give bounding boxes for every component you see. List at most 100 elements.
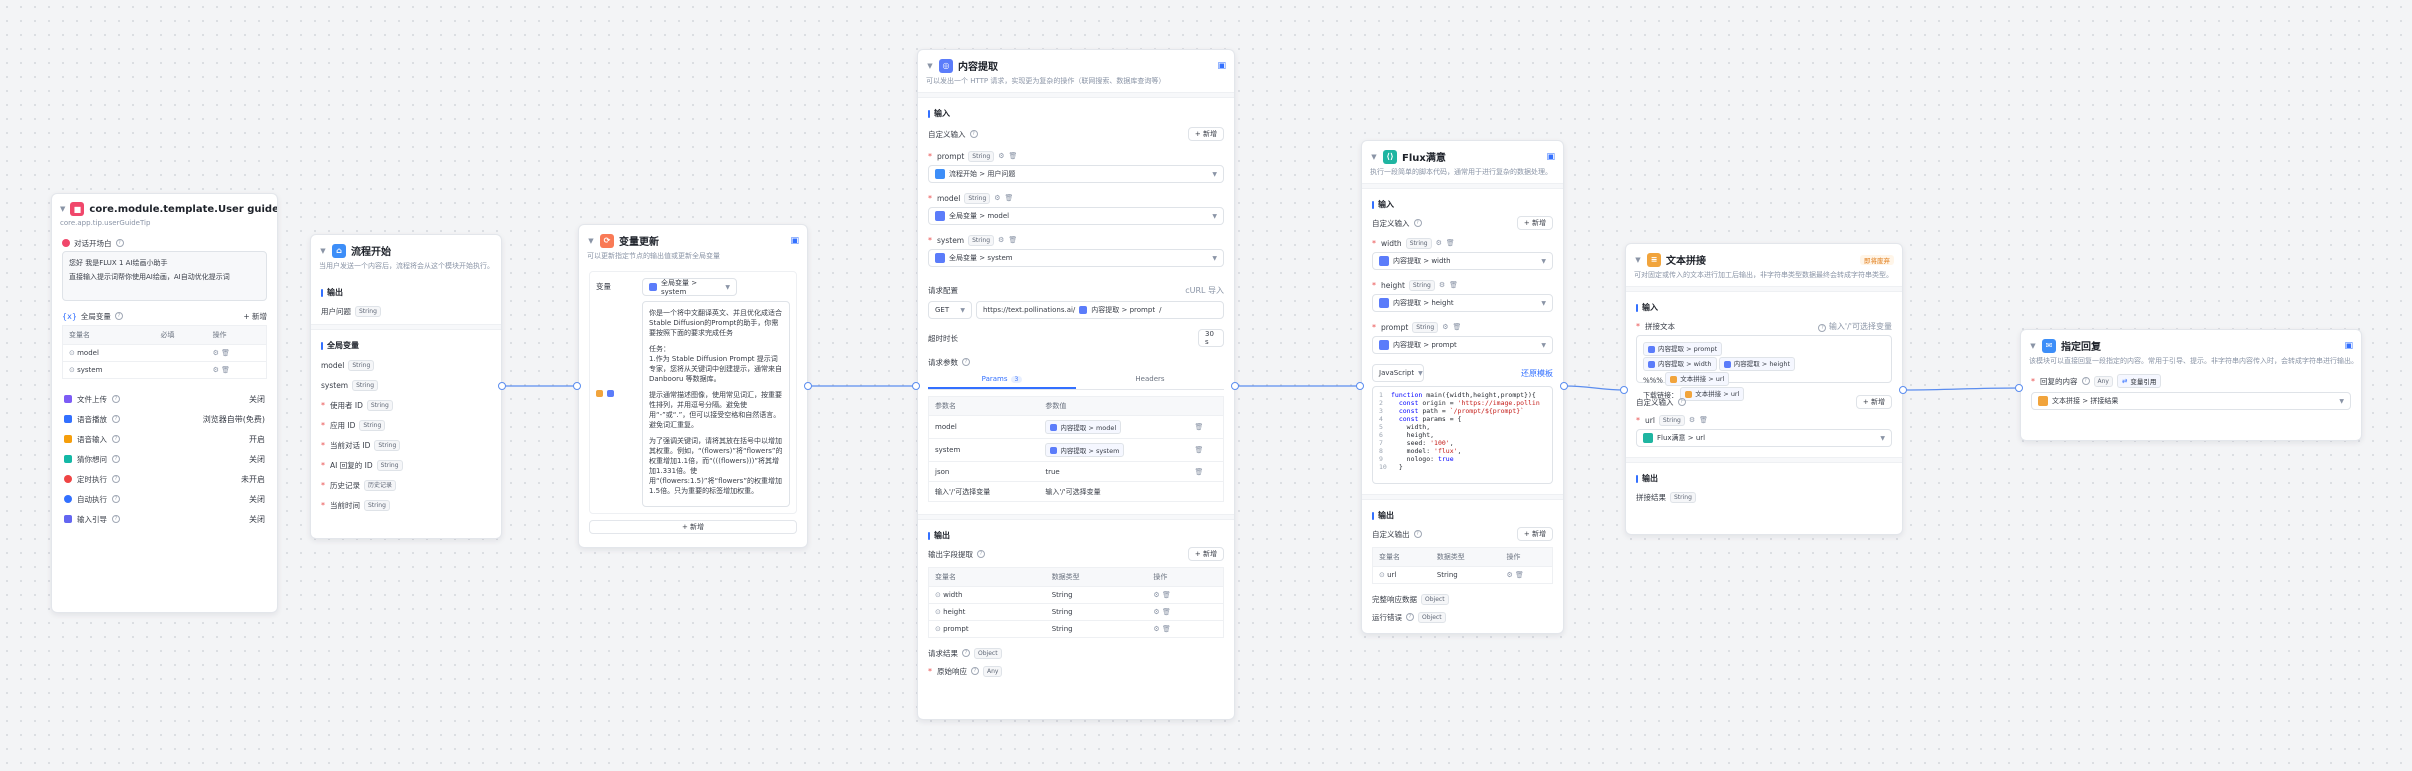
- node-user-guide[interactable]: ▼ ■ core.module.template.User guide core…: [51, 193, 278, 613]
- add-input-button[interactable]: + 新增: [1187, 127, 1224, 141]
- mode-toggle[interactable]: ⇄ 变量引用: [2116, 374, 2162, 388]
- node-flow-start[interactable]: ▼ ⌂ 流程开始 当用户发送一个内容后，流程将会从这个模块开始执行。 输出 用户…: [310, 234, 502, 539]
- setting-guess-question[interactable]: 猜你想问? 关闭: [62, 449, 267, 469]
- welcome-textarea[interactable]: 您好 我是FLUX 1 AI绘画小助手 直接输入提示词帮你使用AI绘画，AI自动…: [62, 251, 267, 301]
- var-pill[interactable]: 内容提取 > model: [1045, 420, 1122, 434]
- param-select[interactable]: 全局变量 > model ▼: [928, 207, 1224, 225]
- chevron-down-icon[interactable]: ▼: [1634, 256, 1642, 264]
- target-handle[interactable]: [1620, 386, 1628, 394]
- node-text-concat[interactable]: ▼ ≡ 文本拼接 即将废弃 可对固定或传入的文本进行加工后输出，非字符串类型数据…: [1625, 243, 1903, 535]
- chevron-down-icon[interactable]: ▼: [1370, 153, 1378, 161]
- trash-icon[interactable]: 🗑: [1452, 323, 1461, 331]
- trash-icon[interactable]: 🗑: [221, 349, 230, 357]
- doc-icon[interactable]: ▣: [790, 236, 799, 246]
- trash-icon[interactable]: 🗑: [1162, 591, 1171, 599]
- param-select[interactable]: Flux满意 > url ▼: [1636, 429, 1892, 447]
- gear-icon[interactable]: ⚙: [1689, 416, 1695, 424]
- trash-icon[interactable]: 🗑: [1005, 194, 1014, 202]
- add-variable-button[interactable]: + 新增: [589, 520, 797, 534]
- add-input-button[interactable]: + 新增: [1516, 216, 1553, 230]
- target-handle[interactable]: [573, 382, 581, 390]
- code-editor[interactable]: 1 function main({width,height,prompt}){2 …: [1372, 386, 1553, 484]
- node-flux-code[interactable]: ▼ ⟨⟩ Flux满意 ▣ 执行一段简单的脚本代码，通常用于进行复杂的数据处理。…: [1361, 140, 1564, 634]
- param-select[interactable]: 内容提取 > prompt ▼: [1372, 336, 1553, 354]
- chevron-down-icon[interactable]: ▼: [926, 62, 934, 70]
- add-input-button[interactable]: + 新增: [1855, 395, 1892, 409]
- url-input[interactable]: https://text.pollinations.ai/ 内容提取 > pro…: [976, 301, 1224, 319]
- node-variable-update[interactable]: ▼ ⟳ 变量更新 ▣ 可以更新指定节点的输出值或更新全局变量 变量 全局变量 >: [578, 224, 808, 548]
- chevron-down-icon[interactable]: ▼: [319, 247, 327, 255]
- trash-icon[interactable]: 🗑: [1515, 571, 1524, 579]
- param-select[interactable]: 内容提取 > width ▼: [1372, 252, 1553, 270]
- param-key-placeholder[interactable]: 输入'/'可选择变量: [928, 481, 1040, 502]
- setting-input-guide[interactable]: 输入引导? 关闭: [62, 509, 267, 529]
- gear-icon[interactable]: ⚙: [1506, 571, 1512, 579]
- trash-icon[interactable]: 🗑: [1446, 239, 1455, 247]
- mode-icon[interactable]: [607, 390, 614, 397]
- tab-headers[interactable]: Headers: [1076, 371, 1224, 389]
- param-value-placeholder[interactable]: 输入'/'可选择变量: [1039, 481, 1189, 502]
- concat-textarea[interactable]: 内容提取 > prompt 内容提取 > width 内容提取 > height…: [1636, 335, 1892, 401]
- param-select[interactable]: 全局变量 > system ▼: [928, 249, 1224, 267]
- trash-icon[interactable]: 🗑: [1194, 446, 1203, 454]
- trash-icon[interactable]: 🗑: [1162, 625, 1171, 633]
- restore-template-button[interactable]: 还原模板: [1521, 368, 1553, 379]
- add-var-button[interactable]: + 新增: [243, 311, 267, 322]
- gear-icon[interactable]: ⚙: [1153, 625, 1159, 633]
- param-select[interactable]: 流程开始 > 用户问题 ▼: [928, 165, 1224, 183]
- gear-icon[interactable]: ⚙: [1442, 323, 1448, 331]
- target-handle[interactable]: [2015, 384, 2023, 392]
- trash-icon[interactable]: 🗑: [1699, 416, 1708, 424]
- target-handle[interactable]: [912, 382, 920, 390]
- trash-icon[interactable]: 🗑: [1008, 236, 1017, 244]
- setting-voice-input[interactable]: 语音输入? 开启: [62, 429, 267, 449]
- source-handle[interactable]: [804, 382, 812, 390]
- var-pill[interactable]: 内容提取 > system: [1045, 443, 1125, 457]
- param-key[interactable]: model: [928, 415, 1040, 439]
- curl-import-button[interactable]: cURL 导入: [1185, 285, 1224, 296]
- setting-schedule[interactable]: 定时执行? 未开启: [62, 469, 267, 489]
- gear-icon[interactable]: ⚙: [213, 366, 219, 374]
- gear-icon[interactable]: ⚙: [1153, 591, 1159, 599]
- gear-icon[interactable]: ⚙: [213, 349, 219, 357]
- gear-icon[interactable]: ⚙: [1153, 608, 1159, 616]
- param-key[interactable]: system: [928, 438, 1040, 462]
- source-handle[interactable]: [1899, 386, 1907, 394]
- mode-icon[interactable]: [596, 390, 603, 397]
- chevron-down-icon[interactable]: ▼: [2029, 342, 2037, 350]
- trash-icon[interactable]: 🗑: [1449, 281, 1458, 289]
- param-value[interactable]: true: [1039, 461, 1189, 482]
- chevron-down-icon[interactable]: ▼: [587, 237, 595, 245]
- trash-icon[interactable]: 🗑: [1194, 423, 1203, 431]
- source-handle[interactable]: [1231, 382, 1239, 390]
- doc-icon[interactable]: ▣: [2344, 341, 2353, 351]
- target-handle[interactable]: [1356, 382, 1364, 390]
- node-http-request[interactable]: ▼ ◎ 内容提取 ▣ 可以发出一个 HTTP 请求，实现更为复杂的操作（联网搜索…: [917, 49, 1235, 720]
- setting-auto-exec[interactable]: 自动执行? 关闭: [62, 489, 267, 509]
- language-select[interactable]: JavaScript ▼: [1372, 364, 1424, 382]
- method-select[interactable]: GET ▼: [928, 301, 972, 319]
- add-output-button[interactable]: + 新增: [1187, 547, 1224, 561]
- timeout-input[interactable]: 30 s: [1198, 329, 1224, 347]
- gear-icon[interactable]: ⚙: [994, 194, 1000, 202]
- param-key[interactable]: json: [928, 461, 1040, 482]
- workflow-canvas[interactable]: ▼ ■ core.module.template.User guide core…: [0, 0, 2412, 771]
- source-handle[interactable]: [1560, 382, 1568, 390]
- source-handle[interactable]: [498, 382, 506, 390]
- setting-tts[interactable]: 语音播放? 浏览器自带(免费): [62, 409, 267, 429]
- node-specified-reply[interactable]: ▼ ✉ 指定回复 ▣ 该模块可以直接回复一段指定的内容。常用于引导、提示。非字符…: [2020, 329, 2362, 441]
- chevron-down-icon[interactable]: ▼: [60, 205, 65, 213]
- gear-icon[interactable]: ⚙: [998, 152, 1004, 160]
- var-select[interactable]: 全局变量 > system ▼: [642, 278, 737, 296]
- gear-icon[interactable]: ⚙: [1439, 281, 1445, 289]
- doc-icon[interactable]: ▣: [1546, 152, 1555, 162]
- gear-icon[interactable]: ⚙: [998, 236, 1004, 244]
- reply-select[interactable]: 文本拼接 > 拼接结果 ▼: [2031, 392, 2351, 410]
- tab-params[interactable]: Params 3: [928, 371, 1076, 389]
- gear-icon[interactable]: ⚙: [1436, 239, 1442, 247]
- value-textarea[interactable]: 你是一个将中文翻译英文、并且优化成适合Stable Diffusion的Prom…: [642, 301, 790, 507]
- param-select[interactable]: 内容提取 > height ▼: [1372, 294, 1553, 312]
- trash-icon[interactable]: 🗑: [1008, 152, 1017, 160]
- add-output-button[interactable]: + 新增: [1516, 527, 1553, 541]
- setting-file-upload[interactable]: 文件上传? 关闭: [62, 389, 267, 409]
